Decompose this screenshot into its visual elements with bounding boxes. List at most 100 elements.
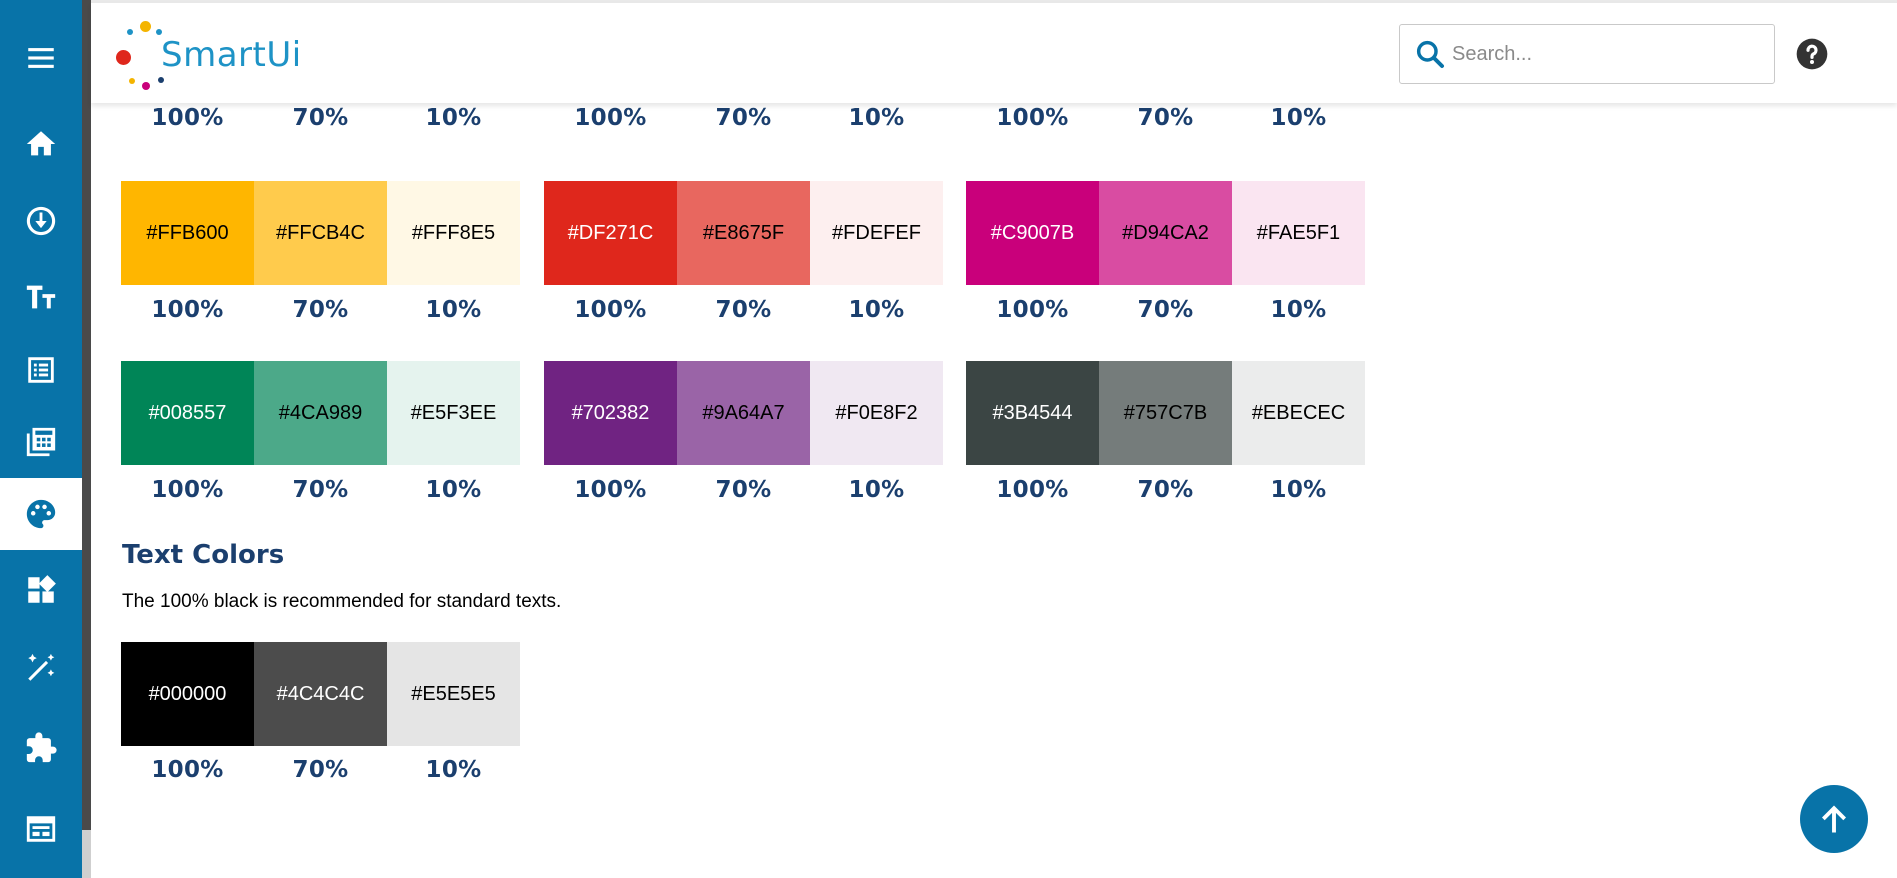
percent-label: 10% [848, 105, 905, 131]
sidebar-item-download[interactable] [0, 185, 82, 257]
percent-label: 70% [1137, 105, 1194, 131]
logo-dot [129, 78, 135, 84]
sidebar-item-list[interactable] [0, 334, 82, 406]
sidebar-item-widgets[interactable] [0, 554, 82, 626]
percent-label: 10% [425, 757, 482, 783]
logo-dot [142, 82, 150, 90]
color-swatch[interactable]: #702382 [544, 361, 677, 465]
sidebar-item-magic[interactable] [0, 632, 82, 704]
swatch-hex: #757C7B [1123, 401, 1208, 424]
widgets-icon [28, 575, 56, 603]
palette-icon [26, 499, 56, 529]
header: SmartUi [91, 3, 1897, 103]
arrow-up-icon [1822, 805, 1846, 833]
percent-label: 10% [425, 477, 482, 503]
percent-label: 100% [151, 105, 224, 131]
search-input[interactable] [1452, 35, 1762, 73]
percent-label: 100% [574, 477, 647, 503]
text-color-swatch[interactable]: #E5E5E5 [387, 642, 520, 746]
color-swatch[interactable]: #FFF8E5 [387, 181, 520, 285]
swatch-hex: #FAE5F1 [1256, 221, 1341, 244]
percent-label: 70% [292, 477, 349, 503]
percent-label: 70% [715, 477, 772, 503]
search-icon [1416, 40, 1444, 68]
color-swatch[interactable]: #F0E8F2 [810, 361, 943, 465]
help-icon[interactable] [1796, 38, 1828, 70]
color-swatch[interactable]: #FFCB4C [254, 181, 387, 285]
percent-label: 100% [151, 297, 224, 323]
percent-label: 100% [574, 297, 647, 323]
download-circle-icon [26, 206, 56, 236]
color-swatch[interactable]: #DF271C [544, 181, 677, 285]
percent-label: 70% [292, 757, 349, 783]
swatch-hex: #008557 [148, 401, 227, 424]
back-to-top-button[interactable] [1800, 785, 1868, 853]
color-swatch[interactable]: #FFB600 [121, 181, 254, 285]
color-swatch[interactable]: #757C7B [1099, 361, 1232, 465]
swatch-hex: #C9007B [990, 221, 1075, 244]
logo-dot [140, 21, 151, 32]
color-swatch[interactable]: #C9007B [966, 181, 1099, 285]
swatch-hex: #E8675F [702, 221, 785, 244]
sidebar-item-layout[interactable] [0, 793, 82, 865]
color-swatch[interactable]: #D94CA2 [1099, 181, 1232, 285]
sidebar-item-home[interactable] [0, 108, 82, 180]
percent-label: 10% [425, 105, 482, 131]
percent-label: 10% [848, 477, 905, 503]
sidebar-scrollbar-track [82, 830, 91, 878]
percent-label: 70% [1137, 297, 1194, 323]
color-swatch[interactable]: #EBECEC [1232, 361, 1365, 465]
sidebar [0, 0, 82, 878]
list-document-icon [28, 357, 54, 383]
swatch-hex: #E5E5E5 [411, 682, 496, 705]
menu-icon [28, 48, 54, 68]
percent-label: 70% [715, 297, 772, 323]
color-swatch[interactable]: #E5F3EE [387, 361, 520, 465]
color-swatch[interactable]: #E8675F [677, 181, 810, 285]
logo-dot [116, 50, 131, 65]
swatch-hex: #E5F3EE [410, 401, 497, 424]
magic-wand-icon [28, 653, 55, 681]
sidebar-item-colors[interactable] [0, 478, 82, 550]
search-box[interactable] [1399, 24, 1775, 84]
sidebar-item-calculator[interactable] [0, 406, 82, 478]
color-swatch[interactable]: #3B4544 [966, 361, 1099, 465]
percent-label: 70% [292, 105, 349, 131]
swatch-hex: #DF271C [567, 221, 654, 244]
calculator-icon [26, 427, 56, 457]
swatch-hex: #F0E8F2 [835, 401, 918, 424]
percent-label: 100% [151, 757, 224, 783]
sidebar-item-typography[interactable] [0, 261, 82, 333]
puzzle-icon [26, 732, 57, 763]
color-swatch[interactable]: #008557 [121, 361, 254, 465]
section-description: The 100% black is recommended for standa… [122, 591, 562, 612]
menu-toggle-button[interactable] [0, 22, 82, 94]
sidebar-scrollbar[interactable] [82, 0, 91, 830]
swatch-hex: #FFF8E5 [411, 221, 496, 244]
percent-label: 100% [996, 477, 1069, 503]
color-swatch[interactable]: #FDEFEF [810, 181, 943, 285]
text-color-swatch[interactable]: #4C4C4C [254, 642, 387, 746]
color-swatch[interactable]: #9A64A7 [677, 361, 810, 465]
color-swatch[interactable]: #FAE5F1 [1232, 181, 1365, 285]
swatch-hex: #FDEFEF [832, 221, 921, 244]
swatch-hex: #EBECEC [1251, 401, 1346, 424]
color-swatch[interactable]: #4CA989 [254, 361, 387, 465]
swatch-hex: #FFB600 [146, 221, 229, 244]
text-color-swatch[interactable]: #000000 [121, 642, 254, 746]
swatch-hex: #000000 [148, 682, 227, 705]
percent-label: 10% [848, 297, 905, 323]
home-icon [26, 131, 56, 156]
logo[interactable]: SmartUi [111, 15, 301, 93]
logo-dot [158, 77, 164, 83]
percent-label: 70% [292, 297, 349, 323]
swatch-hex: #702382 [571, 401, 650, 424]
percent-label: 10% [1270, 105, 1327, 131]
percent-label: 70% [1137, 477, 1194, 503]
sidebar-item-extensions[interactable] [0, 712, 82, 784]
percent-label: 100% [996, 297, 1069, 323]
percent-label: 70% [715, 105, 772, 131]
logo-dot [127, 29, 133, 35]
logo-text: SmartUi [161, 35, 302, 75]
layout-icon [26, 816, 56, 842]
